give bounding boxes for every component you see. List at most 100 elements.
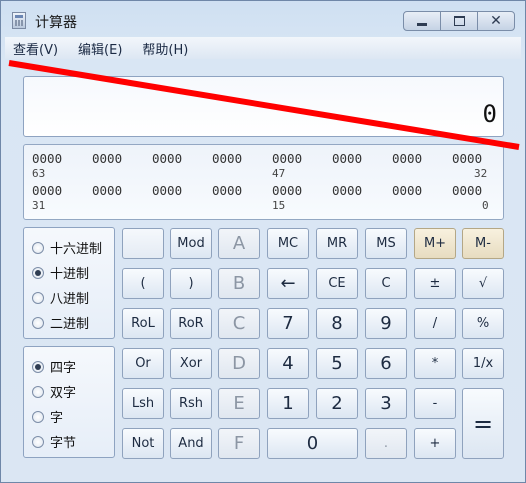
bit-group: 0000: [92, 151, 123, 166]
close-paren-key[interactable]: ): [170, 268, 212, 299]
blank-key[interactable]: [122, 228, 164, 259]
rotate-left-key[interactable]: RoL: [122, 308, 164, 339]
word-size-qword[interactable]: 四字: [32, 357, 76, 376]
bit-group: 0000: [392, 151, 423, 166]
bit-group: 0000: [212, 151, 243, 166]
digit-0-key[interactable]: 0: [267, 428, 358, 459]
hex-f-key[interactable]: F: [218, 428, 260, 459]
hex-a-key[interactable]: A: [218, 228, 260, 259]
digit-7-key[interactable]: 7: [267, 308, 309, 339]
percent-key[interactable]: %: [462, 308, 504, 339]
xor-key[interactable]: Xor: [170, 348, 212, 379]
radio-icon: [32, 291, 44, 304]
digit-3-key[interactable]: 3: [365, 388, 407, 419]
negate-key[interactable]: ±: [414, 268, 456, 299]
title-bar: 计算器 ✕: [1, 1, 525, 37]
radio-icon: [32, 410, 44, 423]
and-key[interactable]: And: [170, 428, 212, 459]
rotate-right-key[interactable]: RoR: [170, 308, 212, 339]
menu-bar: 查看(V) 编辑(E) 帮助(H): [5, 37, 521, 59]
radio-icon: [32, 316, 44, 329]
mod-key[interactable]: Mod: [170, 228, 212, 259]
right-shift-key[interactable]: Rsh: [170, 388, 212, 419]
radio-checked-icon: [32, 360, 44, 373]
radio-icon: [32, 241, 44, 254]
radix-option-oct[interactable]: 八进制: [32, 288, 89, 307]
memory-add-key[interactable]: M+: [414, 228, 456, 259]
calculator-window: 计算器 ✕ 查看(V) 编辑(E) 帮助(H) 0 0000 0000 0000…: [0, 0, 526, 483]
radio-icon: [32, 435, 44, 448]
bit-position-label: 47: [272, 167, 286, 180]
digit-9-key[interactable]: 9: [365, 308, 407, 339]
close-button[interactable]: ✕: [477, 11, 515, 31]
close-icon: ✕: [490, 13, 502, 29]
bit-group: 0000: [272, 183, 303, 198]
bit-group: 0000: [152, 183, 183, 198]
bit-group: 0000: [332, 151, 363, 166]
bit-position-label: 15: [272, 199, 286, 212]
memory-store-key[interactable]: MS: [365, 228, 407, 259]
digit-8-key[interactable]: 8: [316, 308, 358, 339]
memory-subtract-key[interactable]: M-: [462, 228, 504, 259]
hex-e-key[interactable]: E: [218, 388, 260, 419]
word-size-panel: 四字 双字 字 字节: [23, 346, 115, 458]
bit-group: 0000: [152, 151, 183, 166]
menu-view[interactable]: 查看(V): [5, 39, 64, 58]
bit-position-label: 63: [32, 167, 46, 180]
open-paren-key[interactable]: (: [122, 268, 164, 299]
or-key[interactable]: Or: [122, 348, 164, 379]
reciprocal-key[interactable]: 1/x: [462, 348, 504, 379]
bit-group: 0000: [92, 183, 123, 198]
equals-key[interactable]: =: [462, 388, 504, 459]
bit-group: 0000: [32, 151, 63, 166]
backspace-key[interactable]: ←: [267, 268, 309, 299]
minimize-icon: [417, 22, 427, 26]
memory-recall-key[interactable]: MR: [316, 228, 358, 259]
maximize-icon: [453, 16, 465, 26]
window-controls: ✕: [403, 11, 515, 31]
word-size-word[interactable]: 字: [32, 407, 63, 426]
digit-1-key[interactable]: 1: [267, 388, 309, 419]
menu-help[interactable]: 帮助(H): [134, 39, 194, 58]
digit-4-key[interactable]: 4: [267, 348, 309, 379]
add-key[interactable]: +: [414, 428, 456, 459]
digit-6-key[interactable]: 6: [365, 348, 407, 379]
bit-position-label: 32: [474, 167, 488, 180]
subtract-key[interactable]: -: [414, 388, 456, 419]
bit-group: 0000: [452, 183, 483, 198]
memory-clear-key[interactable]: MC: [267, 228, 309, 259]
digit-5-key[interactable]: 5: [316, 348, 358, 379]
bit-group: 0000: [452, 151, 483, 166]
bit-position-label: 0: [482, 199, 489, 212]
menu-edit[interactable]: 编辑(E): [70, 39, 128, 58]
bit-group: 0000: [272, 151, 303, 166]
minimize-button[interactable]: [403, 11, 441, 31]
sqrt-key[interactable]: √: [462, 268, 504, 299]
word-size-byte[interactable]: 字节: [32, 432, 76, 451]
digit-2-key[interactable]: 2: [316, 388, 358, 419]
hex-b-key[interactable]: B: [218, 268, 260, 299]
window-title: 计算器: [35, 15, 77, 31]
decimal-key[interactable]: .: [365, 428, 407, 459]
result-display: 0: [23, 76, 504, 137]
maximize-button[interactable]: [440, 11, 478, 31]
word-size-dword[interactable]: 双字: [32, 382, 76, 401]
bit-group: 0000: [332, 183, 363, 198]
radix-option-dec[interactable]: 十进制: [32, 263, 89, 282]
divide-key[interactable]: /: [414, 308, 456, 339]
bit-position-label: 31: [32, 199, 46, 212]
clear-key[interactable]: C: [365, 268, 407, 299]
clear-entry-key[interactable]: CE: [316, 268, 358, 299]
radix-option-bin[interactable]: 二进制: [32, 313, 89, 332]
hex-c-key[interactable]: C: [218, 308, 260, 339]
radix-panel: 十六进制 十进制 八进制 二进制: [23, 227, 115, 339]
radio-checked-icon: [32, 266, 44, 279]
left-shift-key[interactable]: Lsh: [122, 388, 164, 419]
bit-group: 0000: [32, 183, 63, 198]
calculator-icon: [12, 12, 26, 29]
hex-d-key[interactable]: D: [218, 348, 260, 379]
binary-display: 0000 0000 0000 0000 0000 0000 0000 0000 …: [23, 144, 504, 220]
multiply-key[interactable]: *: [414, 348, 456, 379]
radix-option-hex[interactable]: 十六进制: [32, 238, 102, 257]
not-key[interactable]: Not: [122, 428, 164, 459]
